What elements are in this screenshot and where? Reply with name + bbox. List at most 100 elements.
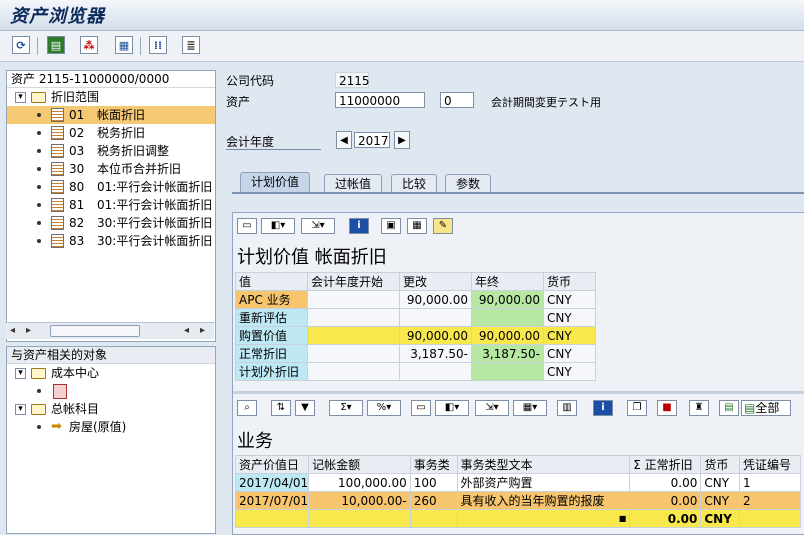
tree-item-area-03[interactable]: 03 税务折旧调整 — [7, 142, 215, 160]
scroll-left-icon[interactable]: ◂ — [10, 325, 15, 336]
sort-icon[interactable]: ⇅ — [271, 400, 291, 416]
fiscal-year-field[interactable]: 2017 — [354, 132, 390, 148]
show-all-label: 全部 — [755, 401, 780, 415]
title-bar: 资产浏览器 — [0, 0, 804, 31]
tree-item-area-83[interactable]: 83 30:平行会计帐面折旧 — [7, 232, 215, 250]
previous-year-icon[interactable]: ◀ — [336, 131, 352, 149]
depreciation-area-icon — [51, 234, 64, 248]
table-row[interactable]: 正常折旧 3,187.50- 3,187.50- CNY — [235, 344, 596, 363]
tab-parameters[interactable]: 参数 — [445, 174, 492, 192]
value-type-cell: APC 业务 — [235, 290, 308, 309]
structure-icon[interactable]: ▦ — [115, 36, 133, 54]
show-all-button[interactable]: ▤全部 — [741, 400, 791, 416]
calculator-icon[interactable]: ▦ — [407, 218, 427, 234]
tree-item-area-80[interactable]: 80 01:平行会计帐面折旧 — [7, 178, 215, 196]
collapse-icon[interactable]: ▾ — [15, 404, 26, 415]
expand-icon[interactable]: ▤ — [719, 400, 739, 416]
table-row[interactable]: 2017/07/01 10,000.00- 260 具有收入的当年购置的报废 0.00 C… — [234, 491, 802, 510]
tree-node-cost-center-object[interactable] — [7, 382, 215, 400]
table-row[interactable]: 2017/04/01 100,000.00 100 外部资产购置 0.00 CNY 1 — [234, 473, 802, 492]
column-header[interactable]: 年终 — [471, 272, 544, 291]
scroll-thumb[interactable] — [50, 325, 140, 337]
hat-icon[interactable]: ♜ — [689, 400, 709, 416]
application-toolbar: ⟳ ▤ ⁂ ▦ ⁞⁞ ≣ — [0, 31, 804, 62]
scroll-left-icon[interactable]: ◂ — [184, 325, 189, 336]
tab-posted-values[interactable]: 过帐值 — [324, 174, 383, 192]
save-layout-icon[interactable]: ▤ — [47, 36, 65, 54]
column-header[interactable]: 货币 — [543, 272, 596, 291]
total-cell: CNY — [700, 509, 740, 528]
sum-icon[interactable]: Σ▾ — [329, 400, 363, 416]
tree-item-area-82[interactable]: 82 30:平行会计帐面折旧 — [7, 214, 215, 232]
column-header[interactable]: 会计年度开始 — [307, 272, 400, 291]
refresh-icon[interactable]: ⟳ — [12, 36, 30, 54]
tree-item-area-02[interactable]: 02 税务折旧 — [7, 124, 215, 142]
transactions-title: 业务 — [237, 431, 273, 452]
document-icon[interactable]: ✎ — [433, 218, 453, 234]
tree-node-depreciation-areas[interactable]: ▾ 折旧范围 — [7, 88, 215, 106]
details-icon[interactable]: ▭ — [411, 400, 431, 416]
scroll-right-icon[interactable]: ▸ — [26, 325, 31, 336]
table-header-row: 值 会计年度开始 更改 年终 货币 — [235, 272, 596, 291]
filter-icon[interactable]: ▼ — [295, 400, 315, 416]
print-icon[interactable]: ⁂ — [80, 36, 98, 54]
tree-node-cost-center[interactable]: ▾ 成本中心 — [7, 364, 215, 382]
column-header[interactable]: 凭证编号 — [738, 455, 802, 474]
total-cell — [234, 509, 310, 528]
export-icon[interactable]: ⇲▾ — [475, 400, 509, 416]
total-cell: ■ — [456, 509, 631, 528]
tree-node-gl-account[interactable]: ▾ 总帐科目 — [7, 400, 215, 418]
tree-item-code: 80 — [69, 180, 85, 194]
column-header[interactable]: 货币 — [700, 455, 740, 474]
tree-item-area-30[interactable]: 30 本位币合并折旧 — [7, 160, 215, 178]
asset-number-input[interactable]: 11000000 — [335, 92, 425, 108]
print-preview-icon[interactable]: ◧▾ — [261, 218, 295, 234]
subtotal-icon[interactable]: %▾ — [367, 400, 401, 416]
column-header[interactable]: 值 — [235, 272, 308, 291]
print-preview-icon[interactable]: ◧▾ — [435, 400, 469, 416]
scroll-right-icon[interactable]: ▸ — [200, 325, 205, 336]
table-row[interactable]: 购置价值 90,000.00 90,000.00 CNY — [235, 326, 596, 345]
column-header[interactable]: 更改 — [399, 272, 472, 291]
all-icon: ▤ — [744, 401, 756, 415]
table-row[interactable]: 计划外折旧 CNY — [235, 362, 596, 381]
column-header[interactable]: 事务类 — [409, 455, 458, 474]
asset-subnumber-input[interactable]: 0 — [440, 92, 474, 108]
list-icon[interactable]: ⁞⁞ — [149, 36, 167, 54]
export-icon[interactable]: ⇲▾ — [301, 218, 335, 234]
column-header[interactable]: 记帐金额 — [308, 455, 411, 474]
copy-icon[interactable]: ❐ — [627, 400, 647, 416]
display-icon[interactable]: ▣ — [381, 218, 401, 234]
info-icon[interactable]: i — [593, 400, 613, 416]
tree-item-code: 83 — [69, 234, 85, 248]
tab-comparison[interactable]: 比较 — [391, 174, 438, 192]
column-header[interactable]: 事务类型文本 — [456, 455, 631, 474]
folder-icon — [31, 404, 46, 415]
table-row[interactable]: 重新评估 CNY — [235, 308, 596, 327]
tree-node-building[interactable]: ➡ 房屋(原值) — [7, 418, 215, 436]
find-icon[interactable]: ⌕ — [237, 400, 257, 416]
total-cell — [308, 509, 411, 528]
table-row[interactable]: APC 业务 90,000.00 90,000.00 CNY — [235, 290, 596, 309]
depreciation-area-icon — [51, 180, 64, 194]
bullet-icon — [37, 425, 41, 429]
next-year-icon[interactable]: ▶ — [394, 131, 410, 149]
collapse-icon[interactable]: ▾ — [15, 92, 26, 103]
depreciation-area-icon — [51, 126, 64, 140]
column-header[interactable]: 资产价值日 — [234, 455, 310, 474]
splitter[interactable] — [233, 391, 804, 394]
details-icon[interactable]: ▭ — [237, 218, 257, 234]
table-cell: 100 — [409, 473, 458, 492]
collapse-icon[interactable]: ▾ — [15, 368, 26, 379]
graphic-icon[interactable]: ▥ — [557, 400, 577, 416]
tree-item-label: 税务折旧 — [97, 126, 146, 140]
tree-item-area-01[interactable]: 01 帐面折旧 — [7, 106, 215, 124]
layout-icon[interactable]: ▦▾ — [513, 400, 547, 416]
tree-horizontal-scrollbar[interactable]: ◂ ▸ ◂ ▸ — [6, 322, 214, 339]
column-header[interactable]: Σ 正常折旧 — [629, 455, 702, 474]
detail-icon[interactable]: ≣ — [182, 36, 200, 54]
stop-icon[interactable]: ■ — [657, 400, 677, 416]
info-icon[interactable]: i — [349, 218, 369, 234]
tab-planned-values[interactable]: 计划价值 — [240, 172, 311, 193]
tree-item-area-81[interactable]: 81 01:平行会计帐面折旧 — [7, 196, 215, 214]
